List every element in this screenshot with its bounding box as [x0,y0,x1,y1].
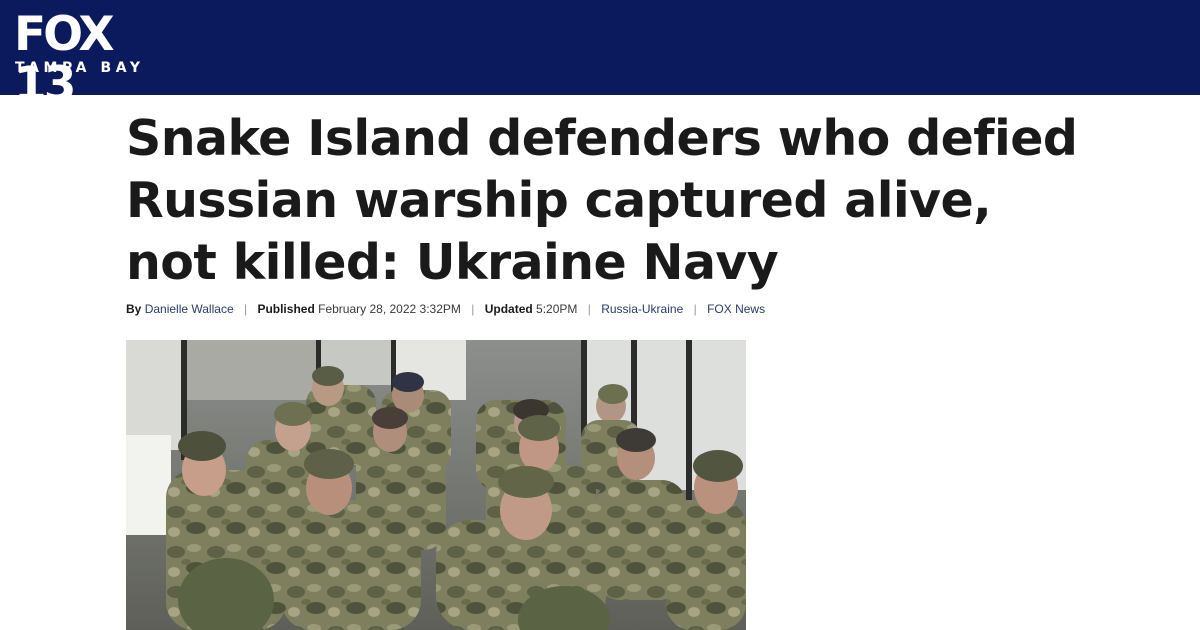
article-lead-image[interactable] [126,340,746,630]
logo-sub-text: TAMPA BAY [15,60,145,76]
published-label: Published [257,302,315,316]
byline-separator: | [471,302,475,316]
author-link[interactable]: Danielle Wallace [145,302,234,316]
published-date: February 28, 2022 3:32PM [318,302,461,316]
updated-time: 5:20PM [536,302,578,316]
source-link[interactable]: FOX News [707,302,765,316]
byline-separator: | [587,302,591,316]
site-header: FOX 13 TAMPA BAY [0,0,1200,110]
bus-window-left [126,340,181,450]
soldiers-bus-photo [126,340,746,630]
fox13-logo[interactable]: FOX 13 TAMPA BAY [14,10,174,110]
category-link[interactable]: Russia-Ukraine [601,302,683,316]
by-label: By [126,302,142,316]
article-headline: Snake Island defenders who defied Russia… [126,110,1078,291]
byline-separator: | [243,302,248,316]
byline-separator: | [693,302,697,316]
updated-label: Updated [484,302,533,316]
article-byline: By Danielle Wallace | Published February… [126,300,765,318]
